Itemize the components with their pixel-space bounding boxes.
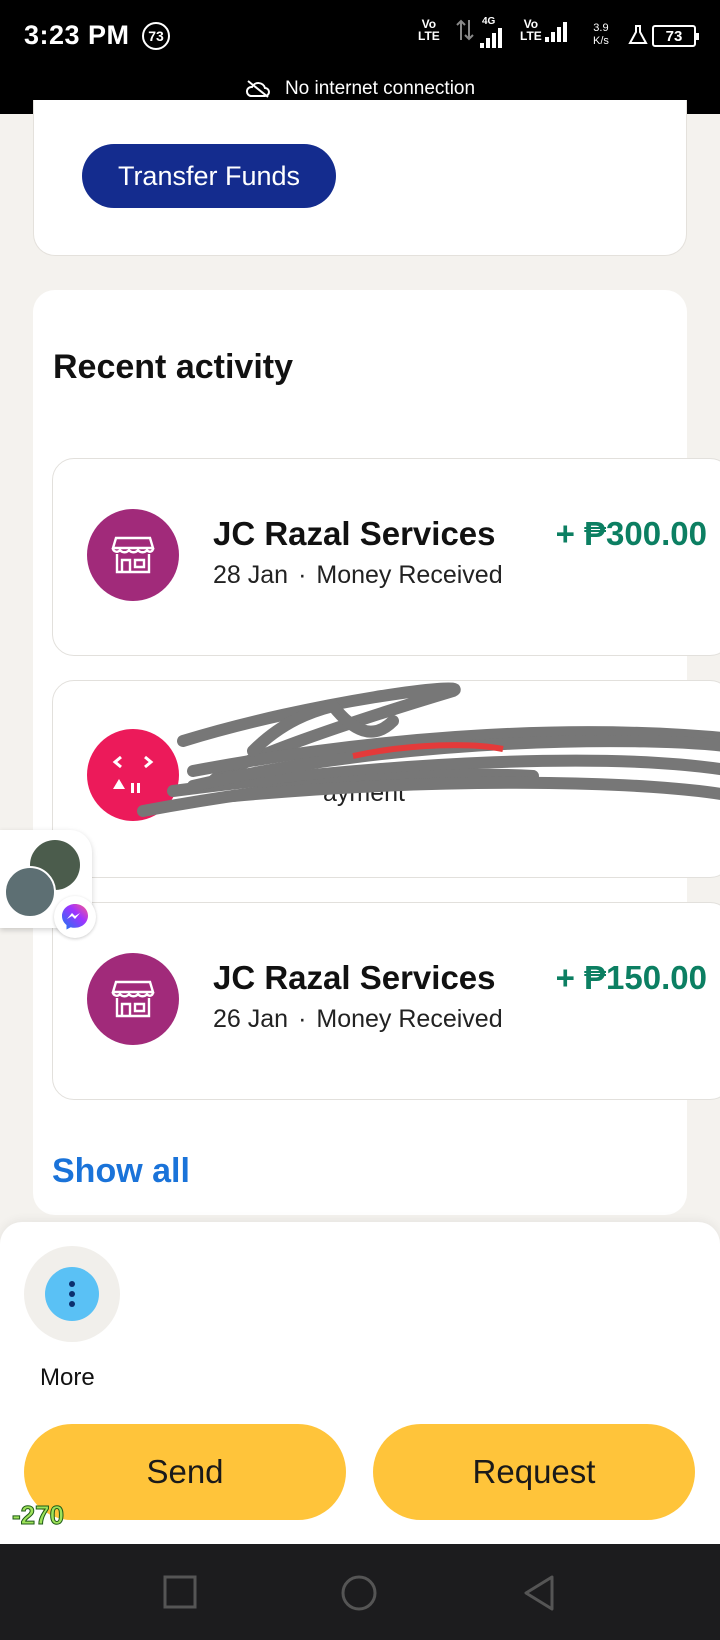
cloud-off-icon <box>245 80 270 98</box>
transaction-date: 26 Jan <box>213 1005 289 1033</box>
separator-dot: · <box>298 561 307 589</box>
more-button[interactable] <box>24 1246 120 1342</box>
signal-4g-icon: 4G <box>480 16 502 48</box>
chat-head-avatar-2[interactable] <box>4 866 56 918</box>
transaction-amount: + ₱150.00 <box>555 959 707 996</box>
transaction-amount: + ₱300.00 <box>555 515 707 552</box>
more-vertical-icon <box>45 1267 99 1321</box>
recent-activity-title: Recent activity <box>53 348 293 386</box>
transaction-type: Money Received <box>316 561 503 589</box>
transfer-funds-button[interactable]: Transfer Funds <box>82 144 336 208</box>
home-circle-icon[interactable] <box>340 1574 378 1612</box>
network-speed: 3.9 K/s <box>593 22 609 48</box>
show-all-link[interactable]: Show all <box>52 1152 190 1191</box>
transaction-item-redacted[interactable]: ayment <box>52 680 720 878</box>
overlay-number: -270 <box>11 1500 65 1531</box>
notification-count-badge: 73 <box>142 22 170 50</box>
system-navigation-bar <box>0 1544 720 1640</box>
back-triangle-icon[interactable] <box>522 1574 556 1612</box>
more-label: More <box>40 1364 95 1391</box>
speed-value: 3.9 <box>593 22 609 34</box>
sim2-signal: Vo LTE <box>520 18 567 42</box>
flask-icon <box>628 25 648 44</box>
status-bar: 3:23 PM 73 Vo LTE 4G Vo LTE 3.9 K/s 73 No … <box>0 0 720 114</box>
recents-square-icon[interactable] <box>162 1574 198 1610</box>
data-arrows-icon <box>456 18 474 42</box>
messenger-icon <box>54 896 96 938</box>
transaction-item[interactable]: JC Razal Services + ₱300.00 28 Jan · Money… <box>52 458 720 656</box>
transaction-type: Money Received <box>316 1005 503 1033</box>
transaction-date: 28 Jan <box>213 561 289 589</box>
speed-unit: K/s <box>593 35 609 47</box>
request-button[interactable]: Request <box>373 1424 695 1520</box>
no-internet-text: No internet connection <box>284 78 476 99</box>
send-button[interactable]: Send <box>24 1424 346 1520</box>
transaction-name: JC Razal Services <box>213 515 496 552</box>
no-internet-banner: No internet connection <box>0 78 720 100</box>
volte-label-2: Vo LTE <box>520 17 542 43</box>
separator-dot: · <box>298 1005 307 1033</box>
network-4g-label: 4G <box>482 16 496 27</box>
redaction-scribble <box>137 682 720 817</box>
status-time: 3:23 PM <box>24 20 130 50</box>
transaction-meta: 26 Jan · Money Received <box>213 1005 503 1034</box>
transaction-item[interactable]: JC Razal Services + ₱150.00 26 Jan · Money… <box>52 902 720 1100</box>
volte-label: Vo LTE <box>418 17 440 43</box>
store-icon <box>87 953 179 1045</box>
store-icon <box>87 509 179 601</box>
battery-indicator: 73 <box>652 25 699 47</box>
transaction-name: JC Razal Services <box>213 959 496 996</box>
sim1-signal: Vo LTE <box>418 18 440 42</box>
transaction-meta: 28 Jan · Money Received <box>213 561 503 590</box>
